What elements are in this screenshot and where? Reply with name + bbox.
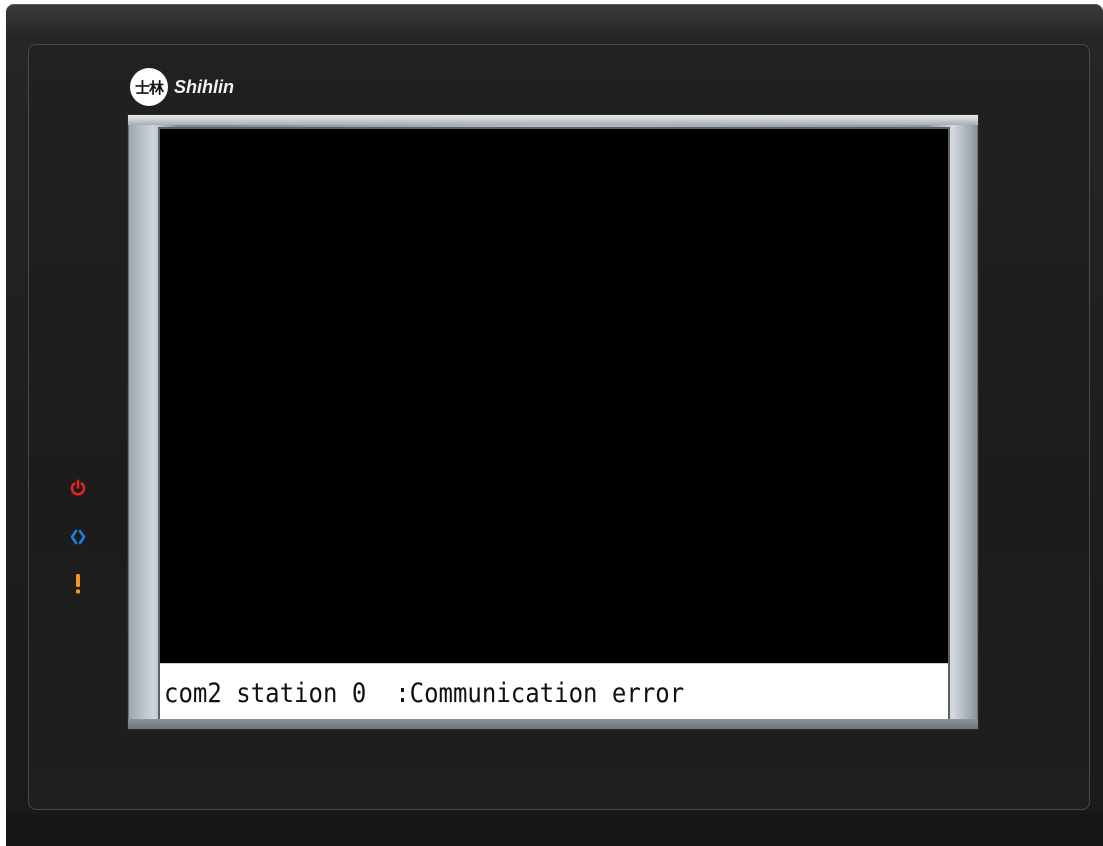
status-message-bar: com2 station 0 :Communication error <box>160 663 948 722</box>
shihlin-logo-icon: 士林 <box>130 68 168 106</box>
error-message: com2 station 0 :Communication error <box>164 677 685 709</box>
brand-logo: 士林 Shihlin <box>130 68 234 106</box>
communication-icon <box>64 523 92 551</box>
touch-screen[interactable]: com2 station 0 :Communication error <box>158 127 950 724</box>
power-icon <box>64 474 92 502</box>
device-bottom-edge <box>6 814 1103 846</box>
screen-frame: com2 station 0 :Communication error <box>128 115 978 729</box>
brand-name: Shihlin <box>174 76 234 97</box>
alarm-icon <box>64 570 92 598</box>
